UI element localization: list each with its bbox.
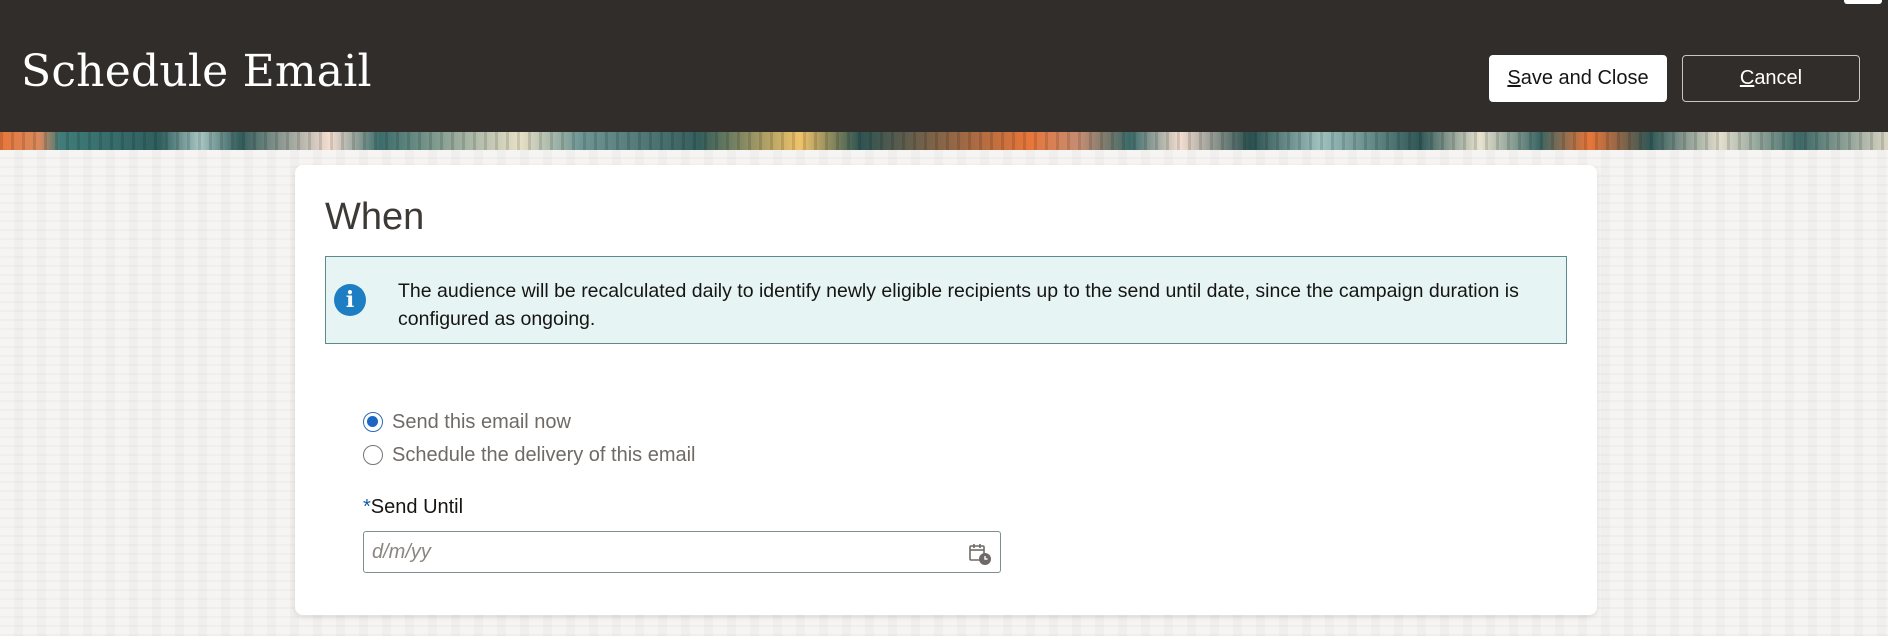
info-message-box: i The audience will be recalculated dail… — [325, 256, 1567, 344]
when-card: When i The audience will be recalculated… — [295, 165, 1597, 615]
calendar-clock-icon[interactable] — [968, 542, 992, 566]
send-until-field — [363, 531, 1001, 573]
radio-label-send-now: Send this email now — [392, 410, 571, 433]
radio-schedule-delivery[interactable]: Schedule the delivery of this email — [363, 441, 696, 469]
save-and-close-button[interactable]: Save and Close — [1489, 55, 1667, 102]
radio-send-now[interactable]: Send this email now — [363, 408, 571, 436]
radio-label-schedule-delivery: Schedule the delivery of this email — [392, 443, 696, 466]
send-until-label-text: Send Until — [370, 496, 464, 518]
page-header: Schedule Email Save and Close Cancel — [0, 0, 1888, 132]
cancel-access-key: C — [1739, 67, 1755, 89]
section-title: When — [325, 196, 425, 238]
header-corner-mark — [1844, 0, 1882, 4]
send-until-date-input[interactable] — [364, 532, 944, 572]
cancel-label: ancel — [1754, 67, 1803, 89]
save-and-close-access-key: S — [1507, 67, 1521, 89]
page-title: Schedule Email — [21, 46, 372, 97]
radio-button-send-now[interactable] — [363, 412, 383, 432]
radio-button-schedule-delivery[interactable] — [363, 445, 383, 465]
send-until-label: *Send Until — [363, 496, 463, 519]
info-message-text: The audience will be recalculated daily … — [398, 280, 1519, 330]
required-marker: * — [363, 496, 371, 518]
decorative-banner — [0, 132, 1888, 150]
cancel-button[interactable]: Cancel — [1682, 55, 1860, 102]
info-icon: i — [334, 284, 366, 316]
save-and-close-label: ave and Close — [1520, 67, 1649, 89]
